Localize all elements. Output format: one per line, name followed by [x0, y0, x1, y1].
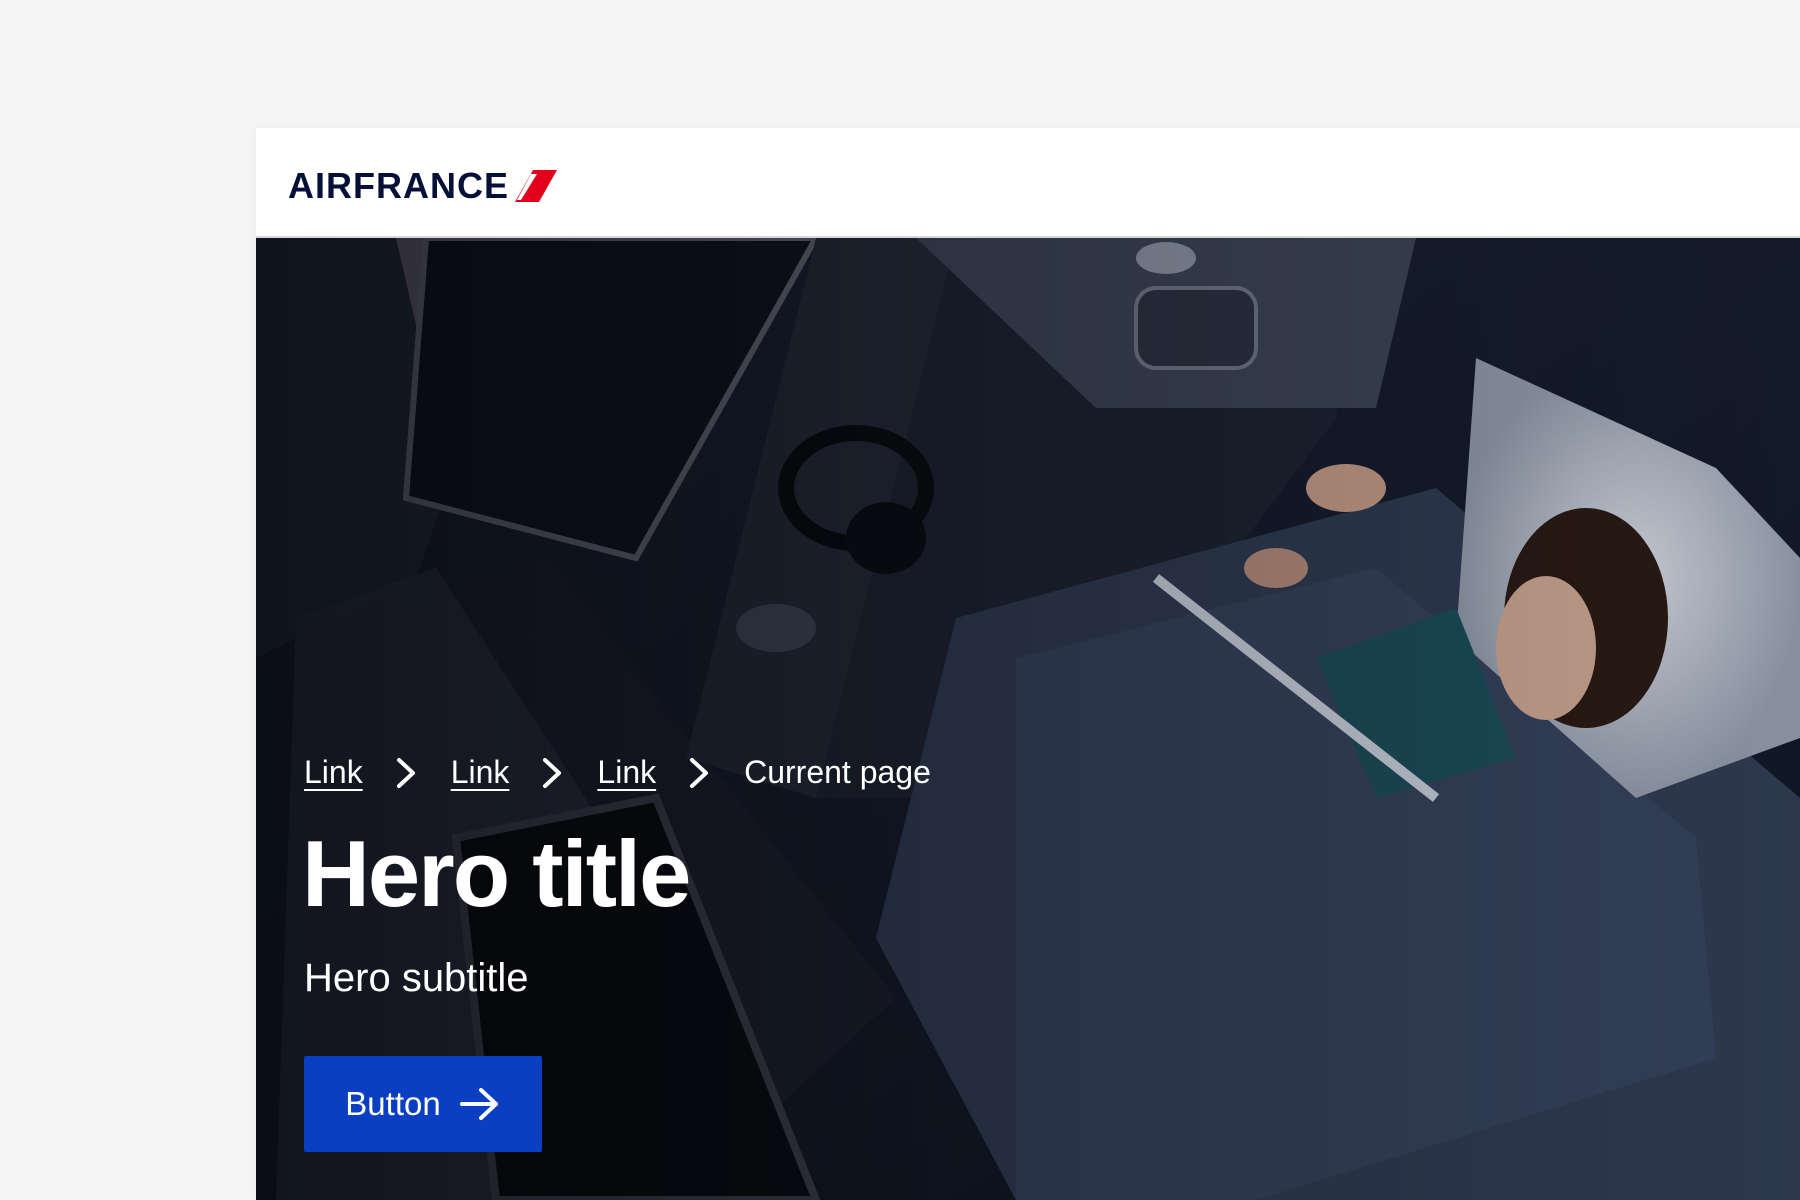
hero-subtitle: Hero subtitle — [304, 956, 529, 1000]
airfrance-logo[interactable]: AIRFRANCE — [288, 166, 557, 206]
logo-wordmark: AIRFRANCE — [288, 165, 509, 206]
breadcrumb-link-1[interactable]: Link — [304, 754, 363, 791]
breadcrumb-link-2[interactable]: Link — [451, 754, 510, 791]
breadcrumb: Link Link Link Current page — [304, 754, 931, 791]
chevron-right-icon — [539, 756, 565, 790]
hero-cta-label: Button — [345, 1085, 441, 1122]
browser-frame: AIRFRANCE Link Link Link Current page He… — [256, 128, 1800, 1200]
breadcrumb-link-3[interactable]: Link — [597, 754, 656, 791]
logo-stripe-icon — [515, 170, 557, 202]
chevron-right-icon — [393, 756, 419, 790]
hero-cta-button[interactable]: Button — [304, 1056, 542, 1152]
arrow-right-icon — [459, 1088, 498, 1120]
hero-section: Link Link Link Current page Hero title H… — [256, 238, 1800, 1200]
site-header: AIRFRANCE — [256, 128, 1800, 238]
breadcrumb-current-page: Current page — [744, 754, 931, 790]
chevron-right-icon — [686, 756, 712, 790]
hero-title: Hero title — [302, 821, 691, 926]
